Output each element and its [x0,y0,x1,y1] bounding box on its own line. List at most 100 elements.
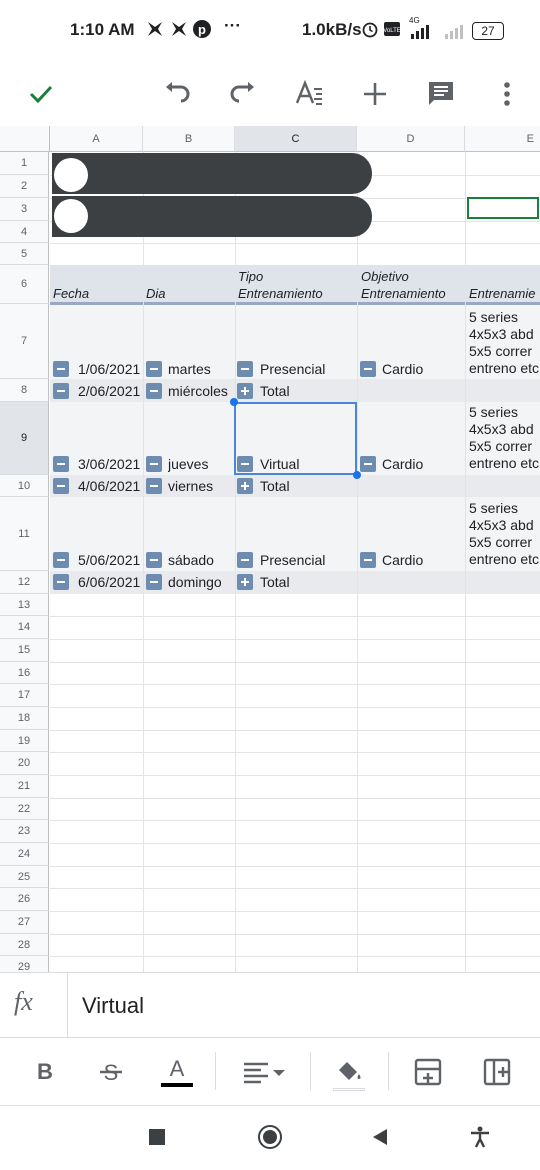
function-icon[interactable]: fx [14,987,54,1025]
cell-dia[interactable]: viernes [168,478,213,494]
cell-fecha[interactable]: 5/06/2021 [78,552,140,568]
row-header[interactable]: 15 [0,639,49,662]
collapse-group-button[interactable] [53,456,69,472]
check-icon[interactable] [19,72,63,116]
cell-objetivo[interactable]: Cardio [382,552,423,568]
row-header[interactable]: 17 [0,684,49,707]
cell-tipo[interactable]: Total [260,478,290,494]
insert-column-icon[interactable] [475,1050,519,1094]
cell-fecha[interactable]: 4/06/2021 [78,478,140,494]
collapse-group-button[interactable] [53,361,69,377]
back-icon[interactable] [371,1128,389,1151]
row-header[interactable]: 10 [0,475,49,497]
recents-icon[interactable] [149,1129,165,1145]
cell-tipo[interactable]: Total [260,383,290,399]
row-header[interactable]: 18 [0,707,49,730]
collapse-group-button[interactable] [53,574,69,590]
cell-tipo[interactable]: Presencial [260,552,325,568]
collapse-group-button[interactable] [53,478,69,494]
row-header[interactable]: 26 [0,888,49,911]
more-vert-icon[interactable] [485,72,529,116]
row-header[interactable]: 6 [0,265,49,304]
expand-group-button[interactable] [237,383,253,399]
home-icon[interactable] [258,1125,282,1149]
cell-entreno[interactable]: 5 series 4x5x3 abd 5x5 correr entreno et… [469,500,540,568]
row-header[interactable]: 3 [0,198,49,221]
column-header-c[interactable]: C [235,126,357,152]
cell-tipo[interactable]: Presencial [260,361,325,377]
cell-dia[interactable]: sábado [168,552,214,568]
cell-dia[interactable]: domingo [168,574,222,590]
collapse-group-button[interactable] [146,383,162,399]
cell-entreno[interactable]: 5 series 4x5x3 abd 5x5 correr entreno et… [469,404,540,472]
row-header[interactable]: 29 [0,956,49,972]
row-header[interactable]: 23 [0,820,49,843]
text-color-icon[interactable]: A [155,1050,199,1094]
bold-icon[interactable]: B [23,1050,67,1094]
collapse-group-button[interactable] [146,456,162,472]
collapse-group-button[interactable] [237,552,253,568]
column-header-b[interactable]: B [143,126,235,152]
row-header[interactable]: 2 [0,175,49,198]
row-header[interactable]: 28 [0,934,49,956]
align-icon[interactable] [240,1050,290,1094]
collapse-group-button[interactable] [360,456,376,472]
column-header-e[interactable]: E [465,126,540,152]
collapse-group-button[interactable] [146,478,162,494]
cell-dia[interactable]: martes [168,361,211,377]
cell-fecha[interactable]: 1/06/2021 [78,361,140,377]
column-header-d[interactable]: D [357,126,465,152]
add-icon[interactable] [353,72,397,116]
formula-input[interactable]: Virtual [82,993,144,1019]
row-header[interactable]: 14 [0,616,49,639]
selected-cell-c9[interactable] [234,402,357,475]
redo-icon[interactable] [221,72,265,116]
row-header[interactable]: 12 [0,571,49,594]
row-header[interactable]: 11 [0,497,49,571]
cell-dia[interactable]: jueves [168,456,208,472]
cell-objetivo[interactable]: Cardio [382,361,423,377]
strikethrough-icon[interactable]: S [89,1050,133,1094]
collapse-group-button[interactable] [53,383,69,399]
collapse-group-button[interactable] [237,361,253,377]
cell-fecha[interactable]: 2/06/2021 [78,383,140,399]
cell-entreno[interactable]: 5 series 4x5x3 abd 5x5 correr entreno et… [469,309,540,377]
row-header[interactable]: 13 [0,594,49,616]
text-format-icon[interactable] [287,72,331,116]
selection-handle-top-left[interactable] [230,398,238,406]
row-header[interactable]: 7 [0,304,49,379]
spreadsheet-grid[interactable]: A B C D E 1 2 3 4 5 6 7 8 9 10 11 12 13 … [0,126,540,972]
row-header[interactable]: 19 [0,730,49,752]
cell-tipo[interactable]: Total [260,574,290,590]
cell-fecha[interactable]: 6/06/2021 [78,574,140,590]
collapse-group-button[interactable] [360,361,376,377]
collapse-group-button[interactable] [146,574,162,590]
row-header[interactable]: 5 [0,243,49,265]
accessibility-icon[interactable] [469,1126,491,1153]
column-header-a[interactable]: A [50,126,143,152]
cursor-cell[interactable] [467,197,539,219]
row-header[interactable]: 27 [0,911,49,934]
row-header[interactable]: 20 [0,752,49,775]
cell-fecha[interactable]: 3/06/2021 [78,456,140,472]
row-header[interactable]: 21 [0,775,49,798]
collapse-group-button[interactable] [360,552,376,568]
row-header[interactable]: 8 [0,379,49,402]
expand-group-button[interactable] [237,478,253,494]
collapse-group-button[interactable] [146,361,162,377]
row-header[interactable]: 25 [0,866,49,888]
row-header[interactable]: 9 [0,402,49,475]
row-header[interactable]: 24 [0,843,49,866]
collapse-group-button[interactable] [146,552,162,568]
expand-group-button[interactable] [237,574,253,590]
selection-handle-bottom-right[interactable] [353,471,361,479]
select-all-corner[interactable] [0,126,50,152]
row-header[interactable]: 16 [0,662,49,684]
insert-row-icon[interactable] [406,1050,450,1094]
row-header[interactable]: 1 [0,152,49,175]
cell-dia[interactable]: miércoles [168,383,228,399]
row-header[interactable]: 4 [0,221,49,243]
row-header[interactable]: 22 [0,798,49,820]
comment-icon[interactable] [419,72,463,116]
cell-objetivo[interactable]: Cardio [382,456,423,472]
